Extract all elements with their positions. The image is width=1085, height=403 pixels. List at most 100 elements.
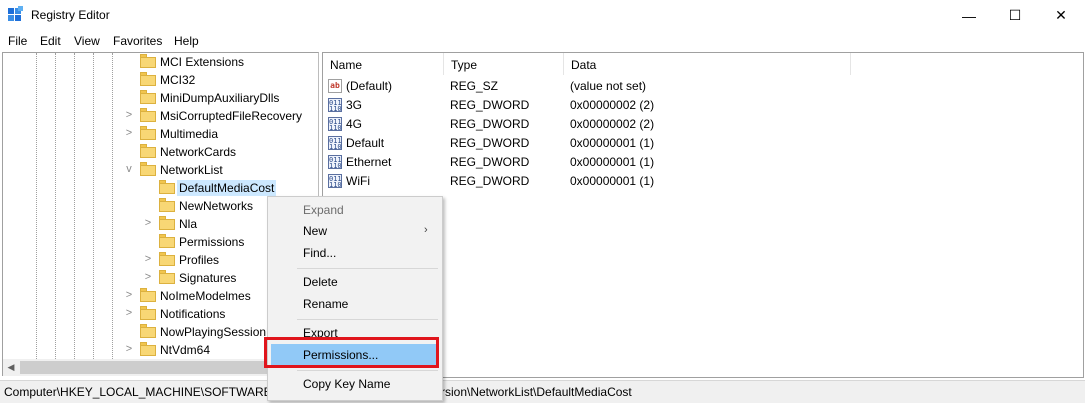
tree-item[interactable]: MCI32 — [3, 71, 318, 89]
chevron-right-icon[interactable]: > — [143, 253, 153, 265]
folder-icon — [140, 126, 156, 140]
highlight-annotation — [264, 337, 439, 368]
dword-value-icon: 011 110 — [328, 98, 342, 113]
status-path-left: Computer\HKEY_LOCAL_MACHINE\SOFTWARE\M — [4, 385, 285, 399]
scrollbar-thumb[interactable] — [20, 361, 270, 374]
dword-value-icon: 011 110 — [328, 155, 342, 170]
chevron-right-icon[interactable] — [124, 73, 134, 85]
chevron-right-icon[interactable] — [124, 145, 134, 157]
tree-item-label: NetworkCards — [160, 145, 237, 159]
chevron-right-icon[interactable] — [124, 91, 134, 103]
chevron-right-icon[interactable] — [143, 199, 153, 211]
chevron-right-icon[interactable]: > — [143, 217, 153, 229]
title-bar: Registry Editor — ☐ ✕ — [0, 0, 1085, 31]
context-delete[interactable]: Delete — [268, 271, 442, 293]
folder-icon — [140, 90, 156, 104]
tree-item[interactable]: NetworkCards — [3, 143, 318, 161]
tree-item-label: NoImeModelmes — [160, 289, 251, 303]
cell-data: 0x00000001 (1) — [570, 136, 655, 150]
chevron-down-icon[interactable]: v — [124, 163, 134, 175]
chevron-right-icon[interactable] — [143, 181, 153, 193]
chevron-right-icon[interactable]: > — [124, 109, 134, 121]
folder-icon — [140, 342, 156, 356]
cell-name: Ethernet — [346, 155, 392, 169]
tree-item-label: MsiCorruptedFileRecovery — [160, 109, 303, 123]
menu-favorites[interactable]: Favorites — [113, 34, 162, 48]
menu-bar: File Edit View Favorites Help — [0, 31, 1085, 51]
table-row[interactable]: 011 110 Default REG_DWORD 0x00000001 (1) — [323, 134, 1083, 153]
chevron-right-icon[interactable]: > — [124, 289, 134, 301]
folder-icon — [140, 324, 156, 338]
menu-file[interactable]: File — [8, 34, 27, 48]
folder-icon — [140, 288, 156, 302]
table-row[interactable]: 011 110 3G REG_DWORD 0x00000002 (2) — [323, 96, 1083, 115]
chevron-right-icon[interactable] — [124, 325, 134, 337]
cell-data: 0x00000001 (1) — [570, 155, 655, 169]
cell-name: Default — [346, 136, 385, 150]
cell-data: 0x00000002 (2) — [570, 117, 655, 131]
chevron-right-icon[interactable]: > — [124, 343, 134, 355]
status-bar: Computer\HKEY_LOCAL_MACHINE\SOFTWARE\M r… — [0, 380, 1085, 403]
folder-icon — [159, 198, 175, 212]
folder-icon — [140, 144, 156, 158]
tree-item-label: MCI32 — [160, 73, 196, 87]
cell-name: (Default) — [346, 79, 393, 93]
dword-value-icon: 011 110 — [328, 174, 342, 189]
cell-type: REG_DWORD — [450, 117, 530, 131]
chevron-right-icon[interactable]: > — [143, 271, 153, 283]
close-button[interactable]: ✕ — [1038, 0, 1084, 31]
tree-item-label: NetworkList — [160, 163, 223, 177]
tree-item-label: MiniDumpAuxiliaryDlls — [160, 91, 280, 105]
chevron-right-icon[interactable] — [124, 55, 134, 67]
column-header-data[interactable]: Data — [564, 53, 851, 75]
context-find[interactable]: Find... — [268, 242, 442, 264]
context-rename[interactable]: Rename — [268, 293, 442, 315]
folder-icon — [159, 252, 175, 266]
chevron-right-icon[interactable]: > — [124, 307, 134, 319]
minimize-button[interactable]: — — [946, 0, 992, 31]
menu-edit[interactable]: Edit — [40, 34, 61, 48]
tree-item-label: Multimedia — [160, 127, 219, 141]
cell-data: 0x00000002 (2) — [570, 98, 655, 112]
menu-view[interactable]: View — [74, 34, 100, 48]
tree-item[interactable]: > MsiCorruptedFileRecovery — [3, 107, 318, 125]
tree-item-label: NewNetworks — [179, 199, 254, 213]
tree-item-label: Signatures — [179, 271, 237, 285]
folder-icon — [140, 108, 156, 122]
tree-item[interactable]: > Multimedia — [3, 125, 318, 143]
minimize-icon: — — [962, 7, 976, 24]
column-header-type[interactable]: Type — [444, 53, 564, 75]
cell-name: WiFi — [346, 174, 370, 188]
chevron-right-icon: › — [424, 224, 428, 236]
tree-item-label: NtVdm64 — [160, 343, 211, 357]
tree-item-label: NowPlayingSessionM — [160, 325, 277, 339]
table-row[interactable]: 011 110 4G REG_DWORD 0x00000002 (2) — [323, 115, 1083, 134]
menu-help[interactable]: Help — [174, 34, 199, 48]
context-copy-key-name[interactable]: Copy Key Name — [268, 373, 442, 395]
registry-editor-icon — [8, 6, 24, 24]
chevron-right-icon[interactable]: > — [124, 127, 134, 139]
tree-item-label: Notifications — [160, 307, 226, 321]
table-row[interactable]: 011 110 WiFi REG_DWORD 0x00000001 (1) — [323, 172, 1083, 191]
folder-icon — [140, 162, 156, 176]
context-new[interactable]: New › — [268, 220, 442, 242]
maximize-button[interactable]: ☐ — [992, 0, 1038, 31]
maximize-icon: ☐ — [1008, 7, 1022, 23]
table-row[interactable]: ab (Default) REG_SZ (value not set) — [323, 77, 1083, 96]
tree-item[interactable]: DefaultMediaCost — [3, 179, 318, 197]
tree-item[interactable]: MiniDumpAuxiliaryDlls — [3, 89, 318, 107]
status-path-right: rsion\NetworkList\DefaultMediaCost — [441, 385, 632, 399]
tree-item-label: Permissions — [179, 235, 245, 249]
tree-item[interactable]: v NetworkList — [3, 161, 318, 179]
scroll-left-icon[interactable]: ◀ — [4, 361, 18, 374]
chevron-right-icon[interactable] — [143, 235, 153, 247]
column-header-name[interactable]: Name — [323, 53, 444, 75]
folder-icon — [159, 180, 175, 194]
dword-value-icon: 011 110 — [328, 136, 342, 151]
context-expand: Expand — [303, 203, 344, 217]
close-icon: ✕ — [1055, 7, 1067, 23]
cell-name: 4G — [346, 117, 363, 131]
tree-item[interactable]: MCI Extensions — [3, 53, 318, 71]
table-row[interactable]: 011 110 Ethernet REG_DWORD 0x00000001 (1) — [323, 153, 1083, 172]
cell-type: REG_DWORD — [450, 174, 530, 188]
